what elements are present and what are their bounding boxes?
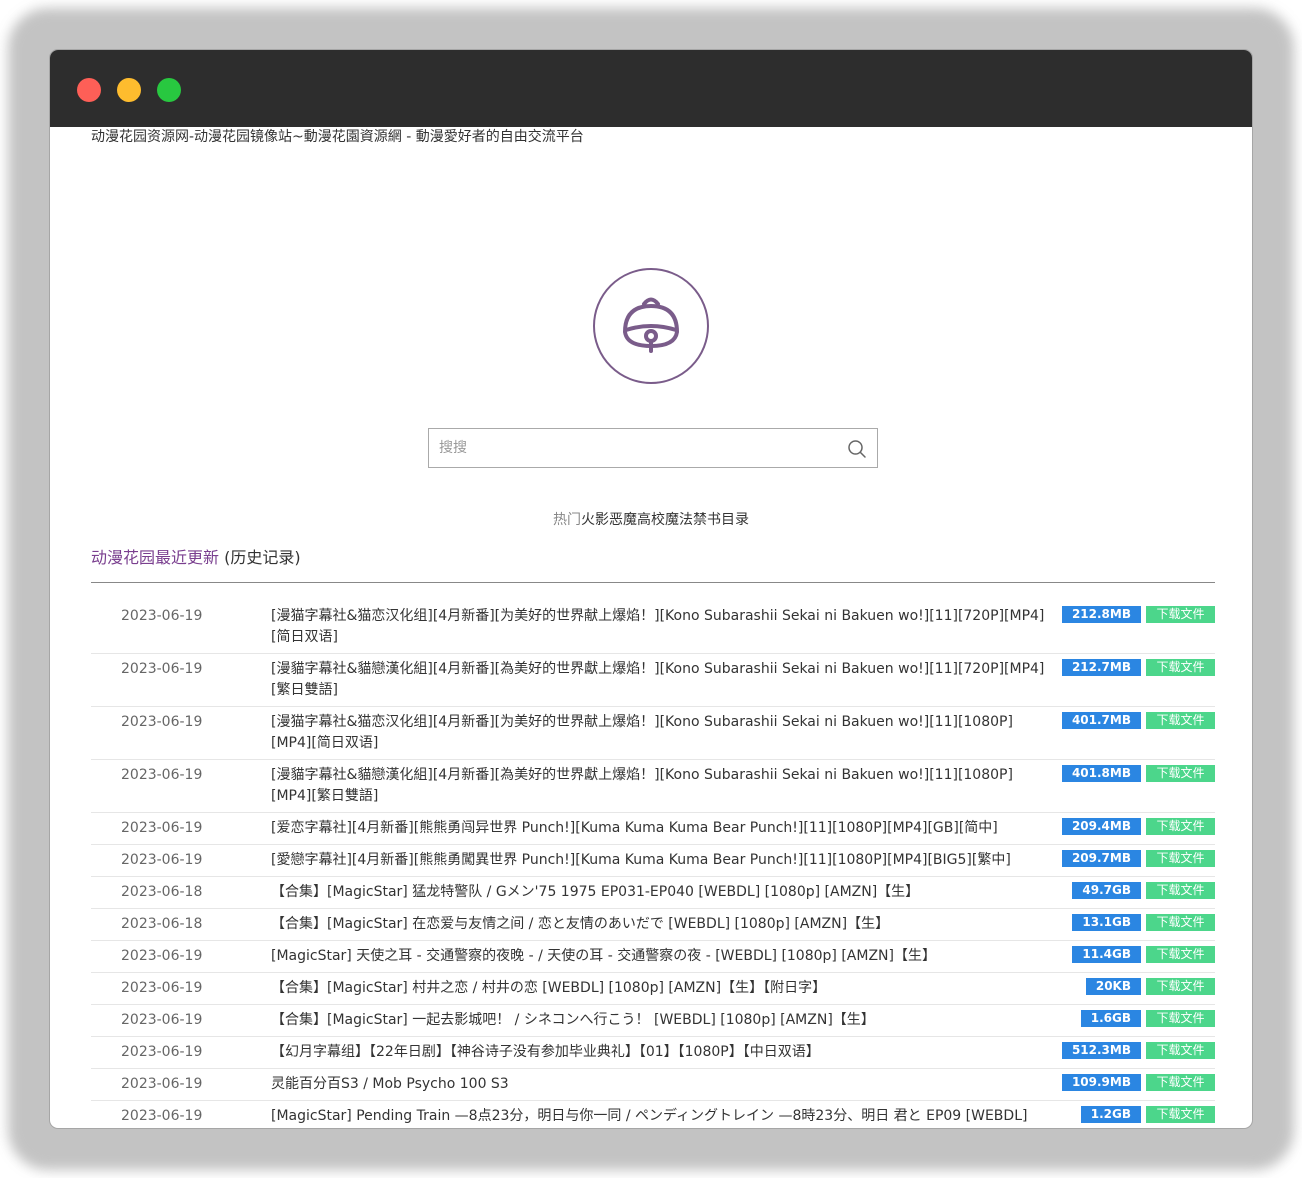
size-badge: 49.7GB	[1072, 882, 1141, 899]
download-button[interactable]: 下载文件	[1146, 978, 1215, 995]
table-row: 2023-06-19 [MagicStar] 天使之耳 - 交通警察的夜晚 - /…	[91, 941, 1215, 973]
size-badge: 20KB	[1085, 978, 1141, 995]
size-badge: 209.4MB	[1061, 818, 1141, 835]
size-badge: 212.7MB	[1061, 659, 1141, 676]
table-row: 2023-06-19 灵能百分百S3 / Mob Psycho 100 S3 109…	[91, 1069, 1215, 1101]
row-date: 2023-06-19	[121, 948, 203, 964]
download-button[interactable]: 下载文件	[1146, 606, 1215, 623]
size-badge: 1.6GB	[1080, 1010, 1141, 1027]
download-button[interactable]: 下载文件	[1146, 765, 1215, 782]
download-button[interactable]: 下载文件	[1146, 1042, 1215, 1059]
size-badge: 209.7MB	[1061, 850, 1141, 867]
row-date: 2023-06-19	[121, 661, 203, 677]
row-date: 2023-06-19	[121, 820, 203, 836]
row-title-link[interactable]: 【幻月字幕组】【22年日剧】【神谷诗子没有参加毕业典礼】【01】【1080P】【…	[271, 1037, 1051, 1068]
download-button[interactable]: 下载文件	[1146, 946, 1215, 963]
row-date: 2023-06-18	[121, 884, 203, 900]
hot-link[interactable]: 魔法禁书目录	[665, 512, 749, 528]
row-title-link[interactable]: 【合集】[MagicStar] 村井之恋 / 村井の恋 [WEBDL] [108…	[271, 973, 1051, 1004]
row-title-link[interactable]: 灵能百分百S3 / Mob Psycho 100 S3	[271, 1069, 1051, 1100]
row-title-link[interactable]: [漫猫字幕社&猫恋汉化组][4月新番][为美好的世界献上爆焰！][Kono Su…	[271, 601, 1051, 653]
hot-label: 热门	[553, 512, 581, 528]
row-title-link[interactable]: 【合集】[MagicStar] 一起去影城吧！ / シネコンへ行こう！ [WEB…	[271, 1005, 1051, 1036]
history-link[interactable]: (历史记录)	[224, 548, 301, 567]
download-button[interactable]: 下载文件	[1146, 1074, 1215, 1091]
row-title-link[interactable]: 【合集】[MagicStar] 猛龙特警队 / Gメン'75 1975 EP03…	[271, 877, 1051, 908]
download-button[interactable]: 下载文件	[1146, 1010, 1215, 1027]
search-box	[428, 428, 878, 468]
row-title-link[interactable]: [愛戀字幕社][4月新番][熊熊勇闖異世界 Punch!][Kuma Kuma …	[271, 845, 1051, 876]
download-button[interactable]: 下载文件	[1146, 1106, 1215, 1123]
row-date: 2023-06-19	[121, 852, 203, 868]
hot-tags: 热门火影恶魔高校魔法禁书目录	[50, 509, 1252, 529]
download-button[interactable]: 下载文件	[1146, 712, 1215, 729]
bell-logo[interactable]	[593, 268, 709, 384]
close-window-button[interactable]	[77, 78, 101, 102]
row-title-link[interactable]: 【合集】[MagicStar] 在恋爱与友情之间 / 恋と友情のあいだで [WE…	[271, 909, 1051, 940]
table-row: 2023-06-19 [漫貓字幕社&貓戀漢化組][4月新番][為美好的世界獻上爆焰…	[91, 760, 1215, 813]
browser-window: 动漫花园资源网-动漫花园镜像站~動漫花園資源網 - 動漫愛好者的自由交流平台 热	[50, 50, 1252, 1128]
row-title-link[interactable]: [漫猫字幕社&猫恋汉化组][4月新番][为美好的世界献上爆焰！][Kono Su…	[271, 707, 1051, 759]
row-date: 2023-06-19	[121, 980, 203, 996]
table-row: 2023-06-19 【合集】[MagicStar] 村井之恋 / 村井の恋 [W…	[91, 973, 1215, 1005]
table-row: 2023-06-19 [爱恋字幕社][4月新番][熊熊勇闯异世界 Punch!][…	[91, 813, 1215, 845]
table-row: 2023-06-18 【合集】[MagicStar] 猛龙特警队 / Gメン'75…	[91, 877, 1215, 909]
table-row: 2023-06-19 [MagicStar] Pending Train —8点2…	[91, 1101, 1215, 1128]
size-badge: 11.4GB	[1072, 946, 1141, 963]
bell-icon	[623, 297, 679, 353]
row-title-link[interactable]: [漫貓字幕社&貓戀漢化組][4月新番][為美好的世界獻上爆焰！][Kono Su…	[271, 654, 1051, 706]
section-title: 动漫花园最近更新 (历史记录)	[91, 547, 301, 569]
hot-link[interactable]: 恶魔高校	[609, 512, 665, 528]
download-button[interactable]: 下载文件	[1146, 882, 1215, 899]
download-button[interactable]: 下载文件	[1146, 850, 1215, 867]
row-title-link[interactable]: [MagicStar] 天使之耳 - 交通警察的夜晚 - / 天使の耳 - 交通…	[271, 941, 1051, 972]
size-badge: 512.3MB	[1061, 1042, 1141, 1059]
size-badge: 13.1GB	[1072, 914, 1141, 931]
table-row: 2023-06-19 [漫貓字幕社&貓戀漢化組][4月新番][為美好的世界獻上爆焰…	[91, 654, 1215, 707]
table-row: 2023-06-19 [漫猫字幕社&猫恋汉化组][4月新番][为美好的世界献上爆焰…	[91, 707, 1215, 760]
row-date: 2023-06-19	[121, 767, 203, 783]
row-date: 2023-06-19	[121, 1044, 203, 1060]
download-button[interactable]: 下载文件	[1146, 818, 1215, 835]
row-date: 2023-06-19	[121, 608, 203, 624]
row-date: 2023-06-19	[121, 1108, 203, 1124]
table-row: 2023-06-19 [愛戀字幕社][4月新番][熊熊勇闖異世界 Punch!][…	[91, 845, 1215, 877]
minimize-window-button[interactable]	[117, 78, 141, 102]
download-button[interactable]: 下载文件	[1146, 659, 1215, 676]
hot-link[interactable]: 火影	[581, 512, 609, 528]
table-row: 2023-06-19 【合集】[MagicStar] 一起去影城吧！ / シネコン…	[91, 1005, 1215, 1037]
row-date: 2023-06-19	[121, 714, 203, 730]
divider	[91, 582, 1215, 583]
table-row: 2023-06-19 [漫猫字幕社&猫恋汉化组][4月新番][为美好的世界献上爆焰…	[91, 601, 1215, 654]
row-date: 2023-06-18	[121, 916, 203, 932]
row-title-link[interactable]: [漫貓字幕社&貓戀漢化組][4月新番][為美好的世界獻上爆焰！][Kono Su…	[271, 760, 1051, 812]
maximize-window-button[interactable]	[157, 78, 181, 102]
size-badge: 401.8MB	[1061, 765, 1141, 782]
site-title: 动漫花园资源网-动漫花园镜像站~動漫花園資源網 - 動漫愛好者的自由交流平台	[91, 129, 584, 145]
window-titlebar	[50, 50, 1252, 127]
row-date: 2023-06-19	[121, 1012, 203, 1028]
size-badge: 109.9MB	[1061, 1074, 1141, 1091]
size-badge: 212.8MB	[1061, 606, 1141, 623]
search-icon[interactable]	[847, 439, 867, 459]
download-button[interactable]: 下载文件	[1146, 914, 1215, 931]
row-title-link[interactable]: [MagicStar] Pending Train —8点23分，明日与你一同 …	[271, 1101, 1051, 1128]
size-badge: 401.7MB	[1061, 712, 1141, 729]
page-content: 动漫花园资源网-动漫花园镜像站~動漫花園資源網 - 動漫愛好者的自由交流平台 热	[50, 127, 1252, 1128]
table-row: 2023-06-19 【幻月字幕组】【22年日剧】【神谷诗子没有参加毕业典礼】【0…	[91, 1037, 1215, 1069]
torrent-list: 2023-06-19 [漫猫字幕社&猫恋汉化组][4月新番][为美好的世界献上爆焰…	[91, 601, 1215, 1128]
size-badge: 1.2GB	[1080, 1106, 1141, 1123]
table-row: 2023-06-18 【合集】[MagicStar] 在恋爱与友情之间 / 恋と友…	[91, 909, 1215, 941]
row-date: 2023-06-19	[121, 1076, 203, 1092]
search-input[interactable]	[429, 429, 849, 467]
row-title-link[interactable]: [爱恋字幕社][4月新番][熊熊勇闯异世界 Punch!][Kuma Kuma …	[271, 813, 1051, 844]
latest-updates-link[interactable]: 动漫花园最近更新	[91, 548, 219, 567]
